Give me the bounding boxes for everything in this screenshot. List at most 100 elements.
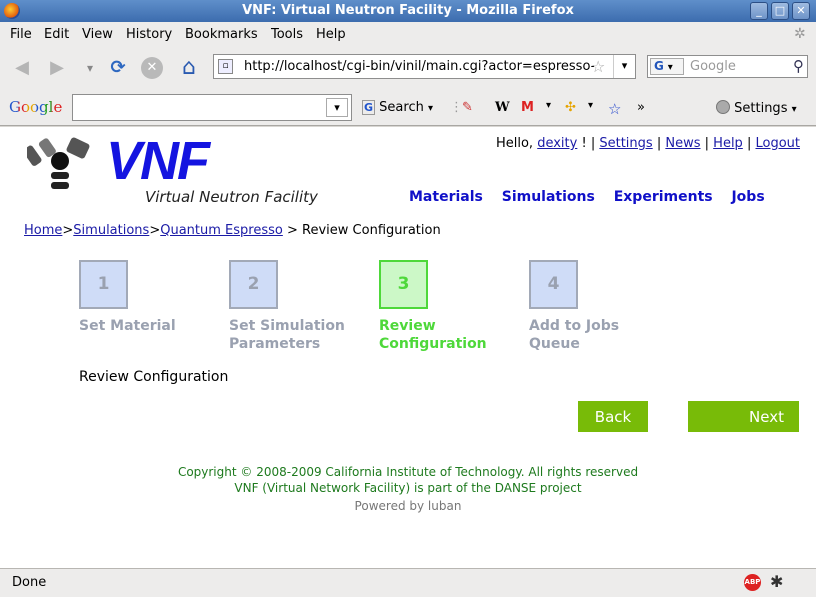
more-icon[interactable]: » bbox=[637, 100, 645, 115]
menu-history[interactable]: History bbox=[126, 27, 172, 42]
menu-bar: File Edit View History Bookmarks Tools H… bbox=[0, 22, 816, 46]
vnf-logo-icon bbox=[27, 137, 90, 189]
reload-icon[interactable]: ⟳ bbox=[106, 56, 130, 80]
menu-edit[interactable]: Edit bbox=[44, 27, 69, 42]
chevron-down-icon: ▾ bbox=[791, 104, 797, 115]
nav-experiments[interactable]: Experiments bbox=[614, 189, 713, 205]
breadcrumb-quantum-espresso[interactable]: Quantum Espresso bbox=[160, 223, 283, 238]
google-g-icon: G bbox=[362, 100, 376, 115]
breadcrumb-simulations[interactable]: Simulations bbox=[73, 223, 149, 238]
firebug-icon[interactable]: ✱ bbox=[770, 572, 783, 591]
step-number: 3 bbox=[379, 260, 428, 309]
chevron-down-icon[interactable]: ▾ bbox=[428, 103, 433, 114]
main-nav: Materials Simulations Experiments Jobs bbox=[409, 189, 779, 205]
wikipedia-icon[interactable]: W bbox=[495, 100, 510, 115]
google-settings-button[interactable]: Settings ▾ bbox=[716, 100, 797, 116]
project-text: VNF (Virtual Network Facility) is part o… bbox=[234, 481, 582, 495]
menu-view[interactable]: View bbox=[82, 27, 113, 42]
google-logo-text: Google bbox=[9, 98, 63, 116]
breadcrumb: Home>Simulations>Quantum Espresso > Revi… bbox=[24, 223, 441, 238]
next-button[interactable]: Next bbox=[688, 401, 799, 432]
breadcrumb-separator: > bbox=[286, 223, 298, 238]
vnf-logo-text[interactable]: VNF bbox=[106, 133, 210, 189]
star-bookmark-icon[interactable]: ☆ bbox=[608, 100, 621, 118]
hello-text: Hello, bbox=[495, 136, 534, 151]
breadcrumb-home[interactable]: Home bbox=[24, 223, 62, 238]
vnf-logo-subtitle: Virtual Neutron Facility bbox=[145, 188, 318, 206]
url-bar[interactable]: ▫ http://localhost/cgi-bin/vinil/main.cg… bbox=[213, 54, 636, 79]
separator: | bbox=[746, 136, 752, 151]
step-label: Review Configuration bbox=[379, 318, 487, 352]
url-dropdown-icon[interactable]: ▾ bbox=[613, 55, 635, 78]
status-text: Done bbox=[12, 575, 47, 590]
wrench-icon bbox=[716, 100, 730, 114]
wizard-step-4: 4 Add to Jobs Queue bbox=[529, 260, 629, 353]
settings-link[interactable]: Settings bbox=[599, 136, 652, 151]
news-link[interactable]: News bbox=[665, 136, 700, 151]
separator: ! | bbox=[581, 136, 596, 151]
logout-link[interactable]: Logout bbox=[755, 136, 800, 151]
menu-help[interactable]: Help bbox=[316, 27, 346, 42]
nav-jobs[interactable]: Jobs bbox=[731, 189, 764, 205]
wizard-step-3: 3 Review Configuration bbox=[379, 260, 489, 353]
nav-simulations[interactable]: Simulations bbox=[502, 189, 595, 205]
separator: | bbox=[656, 136, 662, 151]
step-number: 4 bbox=[529, 260, 578, 309]
google-toolbar: Google ▾ G Search ▾ ⋮ ✎ W M ▾ ✣ ▾ ☆ » Se… bbox=[0, 90, 816, 126]
adblock-icon[interactable]: ABP bbox=[744, 574, 761, 591]
wizard-step-2[interactable]: 2 Set Simulation Parameters bbox=[229, 260, 349, 353]
back-button[interactable]: Back bbox=[578, 401, 648, 432]
history-dropdown-icon[interactable]: ▾ bbox=[78, 56, 102, 80]
copyright-text: Copyright © 2008-2009 California Institu… bbox=[177, 465, 639, 479]
throbber-icon: ✲ bbox=[794, 26, 806, 42]
settings-label: Settings bbox=[734, 101, 788, 116]
gmail-icon[interactable]: M bbox=[521, 100, 534, 115]
powered-by-text: Powered by luban bbox=[354, 499, 462, 513]
google-engine-icon: G bbox=[654, 59, 664, 73]
search-engine-selector[interactable]: G ▾ bbox=[650, 58, 684, 75]
url-input[interactable]: http://localhost/cgi-bin/vinil/main.cgi?… bbox=[244, 59, 594, 74]
username-link[interactable]: dexity bbox=[537, 136, 577, 151]
site-identity-icon[interactable]: ▫ bbox=[218, 59, 233, 74]
stop-icon[interactable]: ✕ bbox=[141, 57, 163, 79]
chevron-down-icon[interactable]: ▾ bbox=[546, 100, 551, 111]
google-logo[interactable]: Google bbox=[9, 98, 62, 116]
gadgets-icon[interactable]: ✣ bbox=[565, 100, 576, 115]
menu-file[interactable]: File bbox=[10, 27, 32, 42]
step-label: Set Simulation Parameters bbox=[229, 318, 345, 352]
menu-bookmarks[interactable]: Bookmarks bbox=[185, 27, 258, 42]
chevron-down-icon[interactable]: ▾ bbox=[588, 100, 593, 111]
step-number: 1 bbox=[79, 260, 128, 309]
google-history-dropdown-icon[interactable]: ▾ bbox=[326, 98, 348, 117]
page-content: VNF Virtual Neutron Facility Hello, dexi… bbox=[0, 127, 816, 568]
google-search-button[interactable]: G Search ▾ bbox=[362, 100, 433, 115]
google-search-input[interactable]: ▾ bbox=[72, 94, 352, 121]
status-bar: Done ABP ✱ bbox=[0, 568, 816, 597]
step-label: Add to Jobs Queue bbox=[529, 318, 620, 352]
forward-icon[interactable]: ▶ bbox=[45, 56, 69, 80]
google-search-label: Search bbox=[379, 100, 424, 115]
back-icon[interactable]: ◀ bbox=[10, 56, 34, 80]
maximize-button[interactable]: □ bbox=[771, 2, 789, 20]
breadcrumb-current: Review Configuration bbox=[302, 223, 441, 238]
help-link[interactable]: Help bbox=[713, 136, 743, 151]
window-titlebar: VNF: Virtual Neutron Facility - Mozilla … bbox=[0, 0, 816, 22]
home-icon[interactable]: ⌂ bbox=[177, 56, 201, 80]
search-bar[interactable]: G ▾ Google ⚲ bbox=[647, 55, 808, 78]
search-icon[interactable]: ⚲ bbox=[793, 57, 804, 75]
user-bar: Hello, dexity ! | Settings | News | Help… bbox=[496, 136, 800, 151]
bookmarks-icon[interactable]: ✎ bbox=[462, 100, 473, 115]
minimize-button[interactable]: _ bbox=[750, 2, 768, 20]
step-label: Set Material bbox=[79, 318, 176, 334]
search-input[interactable]: Google bbox=[690, 59, 736, 74]
wizard-step-1[interactable]: 1 Set Material bbox=[79, 260, 219, 335]
close-window-button[interactable]: ✕ bbox=[792, 2, 810, 20]
menu-tools[interactable]: Tools bbox=[271, 27, 303, 42]
breadcrumb-separator: > bbox=[149, 223, 161, 238]
section-title: Review Configuration bbox=[79, 369, 229, 385]
window-title: VNF: Virtual Neutron Facility - Mozilla … bbox=[242, 3, 574, 18]
separator: | bbox=[704, 136, 710, 151]
navigation-toolbar: ◀ ▶ ▾ ⟳ ✕ ⌂ ▫ http://localhost/cgi-bin/v… bbox=[0, 46, 816, 90]
bookmark-star-icon[interactable]: ☆ bbox=[591, 57, 605, 76]
nav-materials[interactable]: Materials bbox=[409, 189, 483, 205]
